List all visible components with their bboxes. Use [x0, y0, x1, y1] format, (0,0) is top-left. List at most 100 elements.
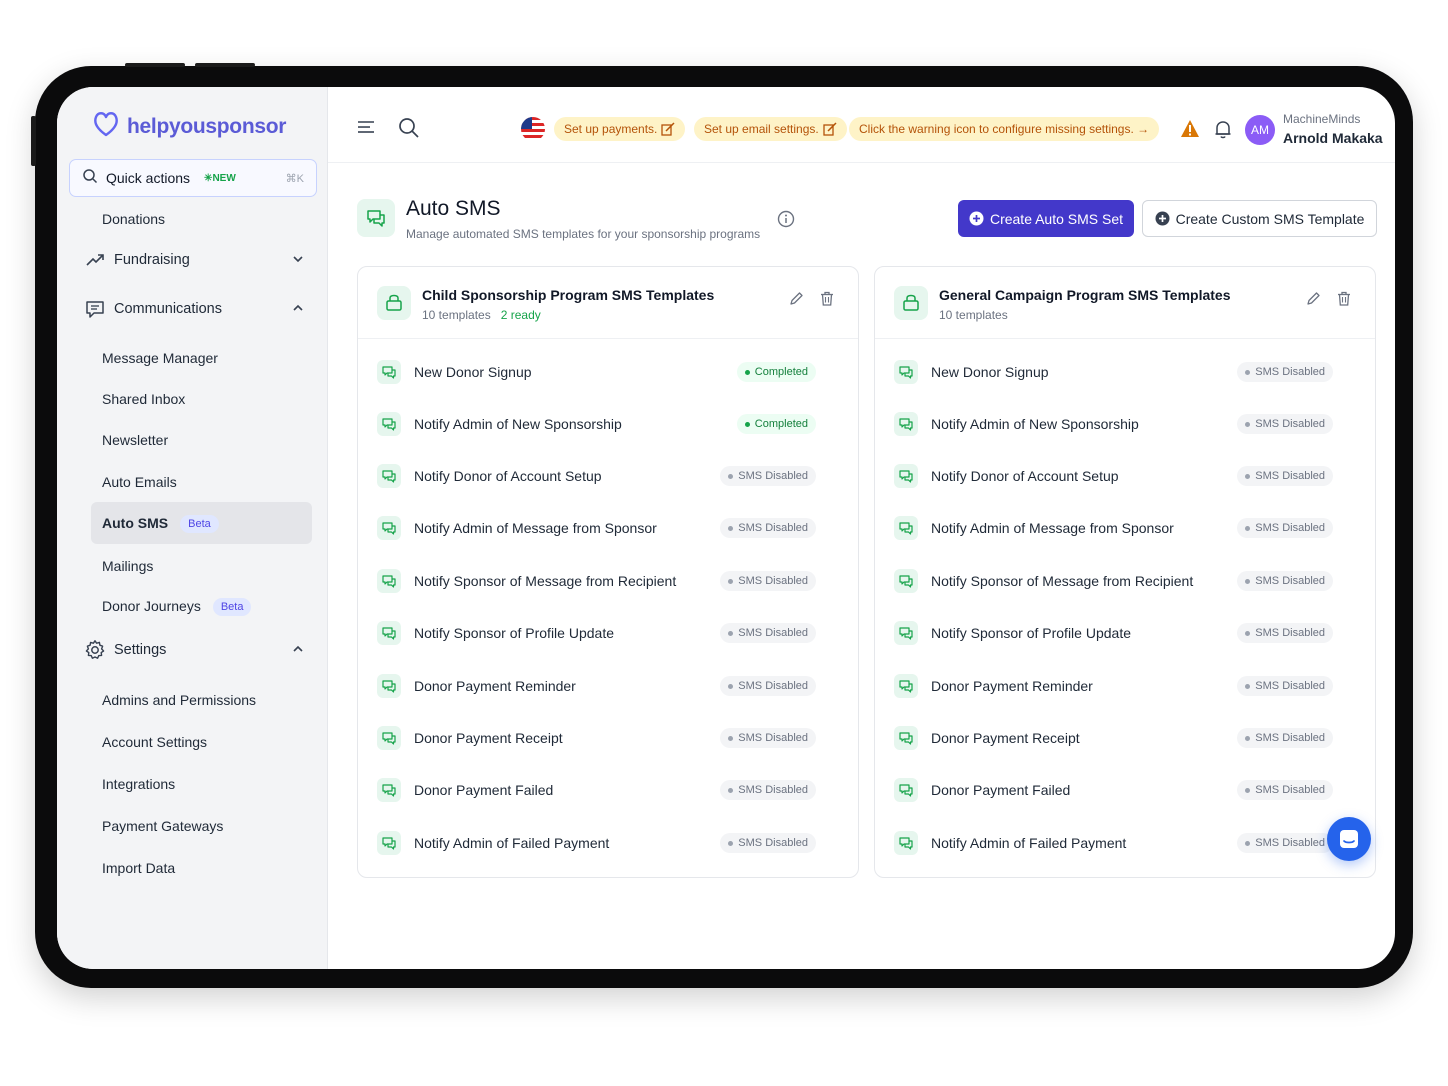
create-custom-sms-template-button[interactable]: Create Custom SMS Template	[1142, 200, 1377, 237]
template-name: Donor Payment Failed	[931, 782, 1071, 798]
create-auto-sms-set-button[interactable]: Create Auto SMS Set	[958, 200, 1134, 237]
chat-launcher-button[interactable]	[1327, 817, 1371, 861]
pencil-icon[interactable]	[1306, 291, 1321, 311]
status-badge: SMS Disabled	[720, 518, 816, 538]
message-icon	[377, 412, 401, 436]
sidebar-item-donor-journeys[interactable]: Donor Journeys Beta	[102, 598, 252, 617]
message-icon	[894, 569, 918, 593]
card-header: General Campaign Program SMS Templates 1…	[875, 267, 1375, 339]
template-count: 10 templates	[939, 308, 1008, 322]
sidebar-item-message-manager[interactable]: Message Manager	[102, 350, 218, 366]
template-row[interactable]: Notify Admin of New Sponsorship Complete…	[358, 398, 858, 450]
button-label: Create Auto SMS Set	[989, 210, 1124, 227]
setup-email-pill[interactable]: Set up email settings.	[694, 117, 847, 141]
status-label: SMS Disabled	[738, 522, 808, 534]
template-row[interactable]: Notify Admin of New Sponsorship SMS Disa…	[875, 398, 1375, 450]
status-badge: SMS Disabled	[1237, 833, 1333, 853]
quick-actions-button[interactable]: Quick actions ✳NEW ⌘K	[69, 159, 317, 197]
template-row[interactable]: Notify Sponsor of Profile Update SMS Dis…	[358, 607, 858, 659]
template-row[interactable]: Notify Sponsor of Profile Update SMS Dis…	[875, 607, 1375, 659]
pill-label: Set up email settings.	[704, 122, 819, 136]
gear-icon	[84, 639, 106, 661]
template-card-general-campaign: General Campaign Program SMS Templates 1…	[874, 266, 1376, 878]
message-icon	[377, 831, 401, 855]
sidebar-item-import-data[interactable]: Import Data	[102, 860, 175, 876]
status-label: SMS Disabled	[1255, 680, 1325, 692]
template-name: Notify Admin of Failed Payment	[414, 835, 610, 851]
sidebar-group-settings[interactable]: Settings	[84, 639, 304, 661]
sidebar-item-newsletter[interactable]: Newsletter	[102, 432, 168, 448]
pill-label: Click the warning icon to configure miss…	[859, 122, 1150, 136]
template-row[interactable]: Notify Donor of Account Setup SMS Disabl…	[358, 450, 858, 502]
avatar[interactable]: AM	[1245, 115, 1275, 145]
template-row[interactable]: Donor Payment Receipt SMS Disabled	[875, 712, 1375, 764]
template-row[interactable]: Notify Admin of Failed Payment SMS Disab…	[875, 817, 1375, 869]
missing-settings-pill[interactable]: Click the warning icon to configure miss…	[849, 117, 1160, 141]
logo[interactable]: helpyousponsor	[91, 109, 286, 144]
heart-logo-icon	[91, 109, 121, 144]
sidebar-item-label: Donor Journeys	[102, 598, 201, 614]
sidebar-item-auto-sms[interactable]: Auto SMS Beta	[102, 515, 219, 534]
info-icon[interactable]	[777, 210, 795, 233]
trending-up-icon	[84, 249, 106, 271]
template-row[interactable]: Notify Admin of Failed Payment SMS Disab…	[358, 817, 858, 869]
warning-icon[interactable]	[1180, 119, 1200, 144]
status-label: Completed	[754, 418, 808, 430]
pill-label: Set up payments.	[564, 122, 658, 136]
us-flag-icon[interactable]	[521, 117, 545, 141]
bell-icon[interactable]	[1213, 119, 1233, 144]
template-row[interactable]: Notify Admin of Message from Sponsor SMS…	[875, 502, 1375, 554]
template-row[interactable]: Notify Sponsor of Message from Recipient…	[875, 555, 1375, 607]
message-icon	[894, 516, 918, 540]
message-icon	[894, 464, 918, 488]
sidebar-item-auto-emails[interactable]: Auto Emails	[102, 474, 177, 490]
sidebar-group-communications[interactable]: Communications	[84, 298, 304, 320]
sidebar-item-shared-inbox[interactable]: Shared Inbox	[102, 391, 185, 407]
setup-payments-pill[interactable]: Set up payments.	[554, 117, 686, 141]
template-row[interactable]: New Donor Signup SMS Disabled	[875, 346, 1375, 398]
trash-icon[interactable]	[1337, 291, 1351, 311]
menu-icon[interactable]	[356, 117, 376, 142]
sidebar-item-donations[interactable]: Donations	[102, 211, 165, 227]
template-row[interactable]: Donor Payment Reminder SMS Disabled	[875, 660, 1375, 712]
sidebar-item-integrations[interactable]: Integrations	[102, 776, 175, 792]
template-row[interactable]: New Donor Signup Completed	[358, 346, 858, 398]
status-label: SMS Disabled	[738, 627, 808, 639]
template-row[interactable]: Notify Admin of Message from Sponsor SMS…	[358, 502, 858, 554]
device-button	[125, 63, 185, 67]
template-row[interactable]: Notify Donor of Account Setup SMS Disabl…	[875, 450, 1375, 502]
message-icon	[894, 674, 918, 698]
template-name: Donor Payment Reminder	[931, 678, 1093, 694]
status-badge: SMS Disabled	[720, 623, 816, 643]
sidebar-item-admins-permissions[interactable]: Admins and Permissions	[102, 692, 256, 708]
status-label: SMS Disabled	[1255, 575, 1325, 587]
template-row[interactable]: Donor Payment Failed SMS Disabled	[875, 764, 1375, 816]
chat-bubble-icon	[1338, 828, 1360, 850]
template-row[interactable]: Donor Payment Receipt SMS Disabled	[358, 712, 858, 764]
template-name: Notify Admin of Message from Sponsor	[931, 520, 1174, 536]
ready-count: 2 ready	[500, 308, 541, 322]
sidebar-item-payment-gateways[interactable]: Payment Gateways	[102, 818, 223, 834]
user-name[interactable]: Arnold Makaka	[1283, 130, 1383, 146]
message-icon	[894, 726, 918, 750]
edit-icon	[823, 122, 837, 136]
status-badge: SMS Disabled	[1237, 728, 1333, 748]
sidebar-group-fundraising[interactable]: Fundraising	[84, 249, 304, 271]
status-badge: SMS Disabled	[1237, 518, 1333, 538]
status-label: SMS Disabled	[1255, 366, 1325, 378]
template-row[interactable]: Donor Payment Reminder SMS Disabled	[358, 660, 858, 712]
sidebar-item-mailings[interactable]: Mailings	[102, 558, 153, 574]
message-icon	[894, 360, 918, 384]
trash-icon[interactable]	[820, 291, 834, 311]
status-label: SMS Disabled	[738, 575, 808, 587]
status-label: SMS Disabled	[1255, 732, 1325, 744]
status-badge: SMS Disabled	[720, 728, 816, 748]
plus-circle-icon	[1155, 211, 1170, 226]
search-icon[interactable]	[398, 117, 420, 144]
plus-circle-icon	[969, 211, 984, 226]
pencil-icon[interactable]	[789, 291, 804, 311]
sidebar-item-account-settings[interactable]: Account Settings	[102, 734, 207, 750]
template-row[interactable]: Notify Sponsor of Message from Recipient…	[358, 555, 858, 607]
sidebar-group-label: Settings	[114, 642, 167, 658]
template-row[interactable]: Donor Payment Failed SMS Disabled	[358, 764, 858, 816]
